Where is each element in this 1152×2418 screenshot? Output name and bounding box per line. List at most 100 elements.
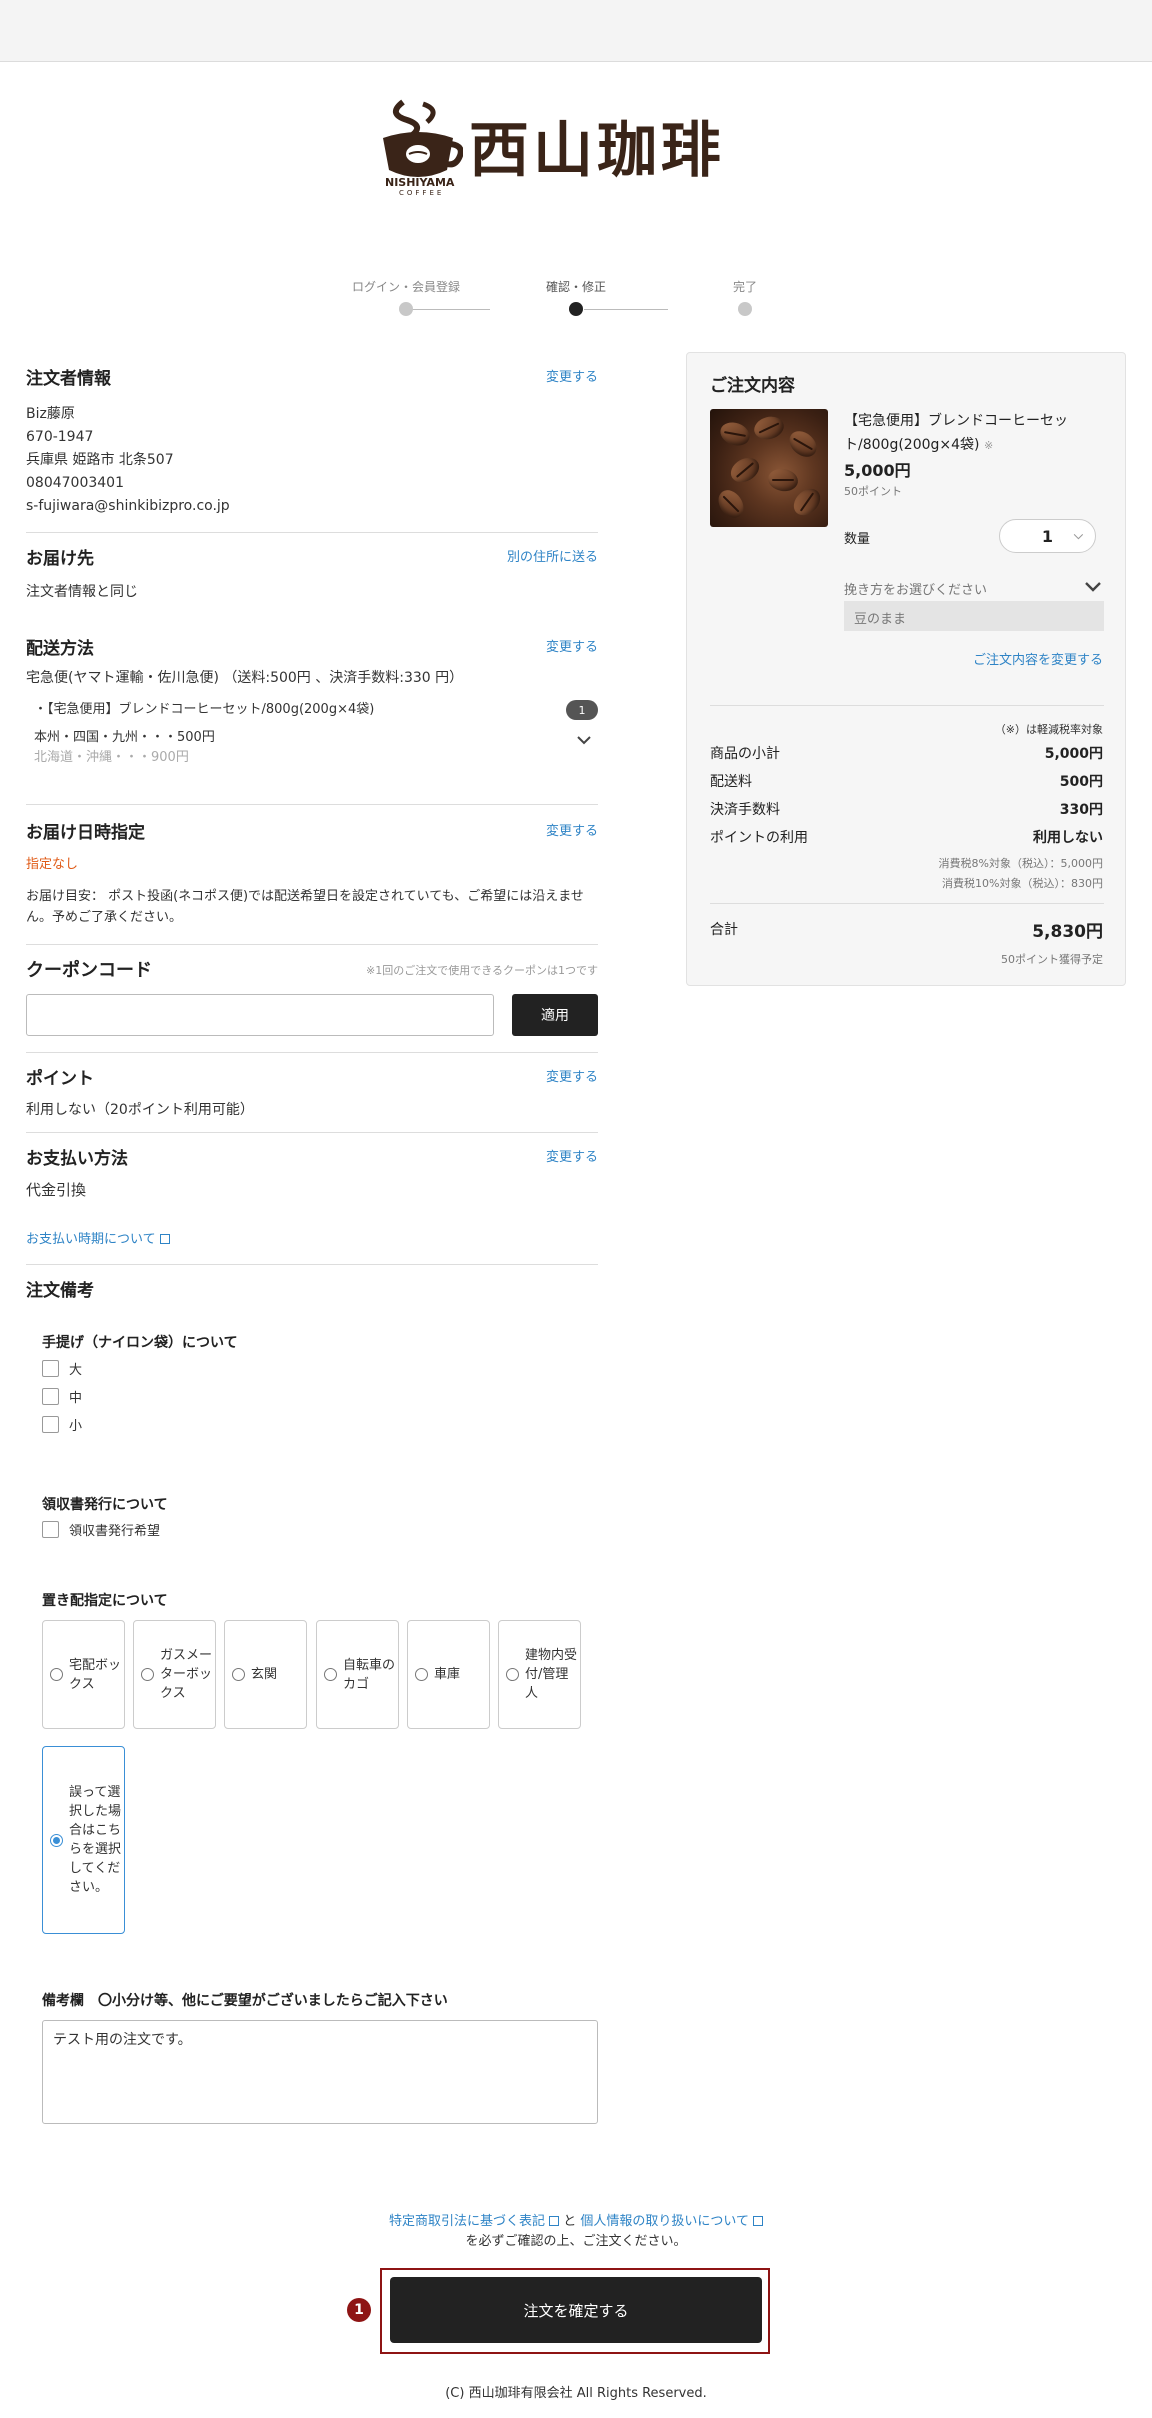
place-option-label: 誤って選択した場合はこちらを選択してください。 — [69, 1785, 122, 1895]
tax10-note: 消費税10%対象（税込）：830円 — [942, 877, 1103, 890]
top-bar — [0, 0, 1152, 62]
checkbox[interactable] — [42, 1360, 59, 1377]
delivery-date-title: お届け日時指定 — [26, 823, 145, 843]
shipping-change-link[interactable]: 変更する — [546, 636, 598, 655]
bean — [788, 483, 826, 521]
radio[interactable] — [232, 1668, 245, 1681]
customer-address: 兵庫県 姫路市 北条507 — [26, 452, 174, 468]
notes-textarea[interactable]: テスト用の注文です。 — [42, 2020, 598, 2124]
payment-change-link[interactable]: 変更する — [546, 1146, 598, 1165]
bag-option-large-label: 大 — [69, 1363, 83, 1378]
delivery-to-section: お届け先 別の住所に送る 注文者情報と同じ — [26, 544, 598, 604]
receipt-option-label: 領収書発行希望 — [69, 1524, 161, 1539]
radio[interactable] — [506, 1668, 519, 1681]
confirm-order-button[interactable]: 注文を確定する — [390, 2277, 762, 2343]
chevron-down-icon: ⌵ — [1073, 528, 1083, 542]
customer-email: s-fujiwara@shinkibizpro.co.jp — [26, 498, 230, 514]
shipping-fee-value: 500円 — [1059, 774, 1103, 790]
receipt-option[interactable]: 領収書発行希望 — [42, 1520, 160, 1539]
privacy-link[interactable]: 個人情報の取り扱いについて — [580, 2214, 763, 2229]
place-option-label: 建物内受付/管理人 — [525, 1648, 578, 1701]
other-address-link[interactable]: 別の住所に送る — [507, 546, 598, 565]
notes-label: 備考欄 〇小分け等、他にご要望がございましたらご記入下さい — [42, 1993, 448, 2009]
radio[interactable] — [415, 1668, 428, 1681]
tokushoho-link[interactable]: 特定商取引法に基づく表記 — [389, 2214, 560, 2229]
delivery-date-value: 指定なし — [26, 857, 79, 872]
delivery-date-change-link[interactable]: 変更する — [546, 820, 598, 839]
step-number-badge: 1 — [347, 2298, 371, 2322]
chevron-down-icon[interactable] — [576, 734, 592, 746]
step-connector — [584, 309, 668, 310]
place-option-bicycle-basket[interactable]: 自転車のカゴ — [316, 1620, 399, 1729]
checkbox[interactable] — [42, 1521, 59, 1538]
subtotal-value: 5,000円 — [1044, 746, 1103, 762]
privacy-link-label: 個人情報の取り扱いについて — [580, 2214, 749, 2229]
logo-subtext: NISHIYAMA — [385, 176, 455, 189]
total-value: 5,830円 — [1032, 922, 1103, 942]
step-label-login: ログイン・会員登録 — [351, 280, 461, 294]
radio[interactable] — [50, 1668, 63, 1681]
product-name-block: 【宅急便用】ブレンドコーヒーセット/800g(200g×4袋) ※ — [844, 409, 1106, 458]
step-label-confirm: 確認・修正 — [545, 280, 607, 294]
logo-text: 西山珈琲 — [469, 116, 725, 186]
radio[interactable] — [324, 1668, 337, 1681]
divider — [26, 944, 598, 945]
point-usage-label: ポイントの利用 — [710, 830, 808, 846]
shipping-item: ・【宅急便用】ブレンドコーヒーセット/800g(200g×4袋) — [34, 702, 375, 717]
place-option-label: 自転車のカゴ — [343, 1657, 396, 1692]
divider — [710, 705, 1104, 706]
customer-change-link[interactable]: 変更する — [546, 366, 598, 385]
points-text: 利用しない（20ポイント利用可能） — [26, 1102, 254, 1118]
payment-timing-link[interactable]: お支払い時期について — [26, 1228, 170, 1247]
point-usage-value: 利用しない — [1033, 830, 1103, 846]
place-option-building-reception[interactable]: 建物内受付/管理人 — [498, 1620, 581, 1729]
coupon-input[interactable] — [26, 994, 494, 1036]
bean — [766, 466, 800, 494]
radio-selected[interactable] — [50, 1833, 63, 1847]
summary-title: ご注文内容 — [710, 376, 795, 396]
radio[interactable] — [141, 1668, 154, 1681]
checkbox[interactable] — [42, 1416, 59, 1433]
chevron-down-icon[interactable] — [1084, 579, 1102, 593]
place-option-garage[interactable]: 車庫 — [407, 1620, 490, 1729]
place-option-gas-meter-box[interactable]: ガスメーターボックス — [133, 1620, 216, 1729]
product-image — [710, 409, 828, 527]
place-option-cancel-selection[interactable]: 誤って選択した場合はこちらを選択してください。 — [42, 1746, 125, 1934]
bean — [751, 413, 787, 443]
logo-subtext-coffee: COFFEE — [399, 189, 445, 197]
shipping-item-count: 1 — [566, 700, 598, 720]
bag-option-small[interactable]: 小 — [42, 1415, 82, 1434]
shipping-rate-line2: 北海道・沖縄・・・900円 — [34, 750, 189, 762]
coupon-note: ※1回のご注文で使用できるクーポンは1つです — [366, 964, 598, 977]
grind-select[interactable]: 豆のまま — [844, 601, 1104, 631]
place-option-delivery-box[interactable]: 宅配ボックス — [42, 1620, 125, 1729]
site-logo[interactable]: 西山珈琲 NISHIYAMA COFFEE — [373, 96, 783, 200]
footer-copyright: (C) 西山珈琲有限会社 All Rights Reserved. — [445, 2386, 707, 2401]
bean — [717, 418, 753, 450]
bag-option-medium[interactable]: 中 — [42, 1387, 82, 1406]
step-dot-complete — [738, 302, 752, 316]
quantity-select[interactable]: 1 ⌵ — [999, 519, 1096, 553]
order-summary: ご注文内容 【宅急便用】ブレンドコーヒーセット/800g(200g×4袋) ※ … — [686, 352, 1126, 986]
checkbox[interactable] — [42, 1388, 59, 1405]
total-label: 合計 — [710, 922, 738, 938]
product-points: 50ポイント — [844, 485, 902, 498]
payment-method: 代金引換 — [26, 1181, 87, 1199]
subtotal-label: 商品の小計 — [710, 746, 780, 762]
external-link-icon — [159, 1234, 170, 1244]
shipping-title: 配送方法 — [26, 639, 94, 659]
bag-option-large[interactable]: 大 — [42, 1359, 82, 1378]
shipping-rate-line1: 本州・四国・九州・・・500円 — [34, 730, 215, 745]
step-dot-confirm — [569, 302, 583, 316]
legal-line2: を必ずご確認の上、ご注文ください。 — [465, 2234, 687, 2249]
customer-phone: 08047003401 — [26, 475, 124, 491]
points-change-link[interactable]: 変更する — [546, 1066, 598, 1085]
place-option-entrance[interactable]: 玄関 — [224, 1620, 307, 1729]
legal-and: と — [559, 2214, 581, 2229]
bean — [726, 452, 764, 488]
customer-info: Biz藤原 670-1947 兵庫県 姫路市 北条507 08047003401… — [26, 403, 598, 518]
divider — [26, 532, 598, 533]
change-order-link[interactable]: ご注文内容を変更する — [973, 649, 1103, 668]
coupon-apply-button[interactable]: 適用 — [512, 994, 598, 1036]
customer-postal: 670-1947 — [26, 429, 94, 445]
